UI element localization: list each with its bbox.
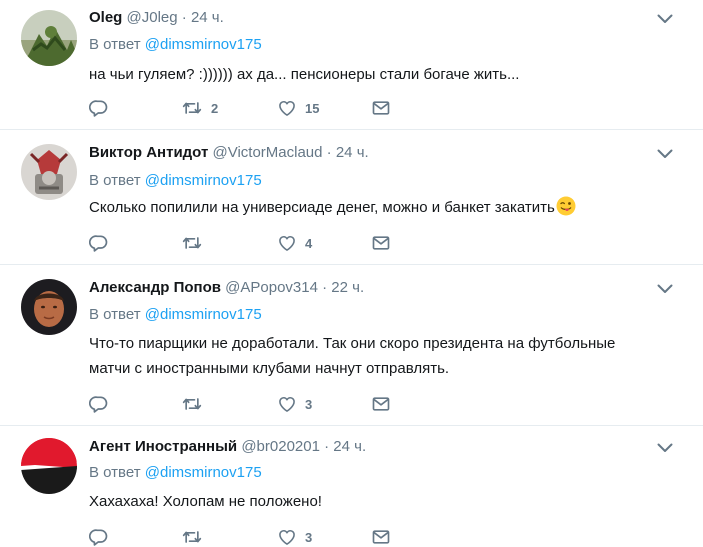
tweet-actions: 2 15: [89, 98, 409, 118]
tweet-actions: 4: [89, 233, 409, 253]
reply-prefix: В ответ: [89, 306, 141, 323]
author-handle[interactable]: @APopov314: [225, 279, 318, 296]
envelope-icon: [371, 233, 391, 253]
author-name[interactable]: Агент Иностранный: [89, 438, 237, 455]
tweet-text: на чьи гуляем? :)))))) ах да... пенсионе…: [89, 66, 520, 83]
reply-context: В ответ @dimsmirnov175: [89, 305, 262, 325]
chevron-down-icon[interactable]: [657, 284, 673, 296]
timestamp[interactable]: 22 ч.: [331, 279, 364, 296]
like-count: 3: [305, 396, 313, 412]
reply-button[interactable]: [89, 527, 109, 547]
timestamp[interactable]: 24 ч.: [191, 9, 224, 26]
reply-prefix: В ответ: [89, 464, 141, 481]
retweet-icon: [181, 527, 203, 547]
reply-icon: [89, 98, 109, 118]
like-button[interactable]: 3: [277, 394, 312, 414]
like-count: 3: [305, 529, 313, 545]
like-button[interactable]: 4: [277, 233, 312, 253]
like-button[interactable]: 3: [277, 527, 312, 547]
retweet-button[interactable]: [181, 394, 203, 414]
heart-icon: [277, 527, 297, 547]
author-handle[interactable]: @VictorMaclaud: [213, 144, 323, 161]
avatar[interactable]: [21, 438, 77, 494]
reply-context: В ответ @dimsmirnov175: [89, 171, 262, 191]
direct-message-button[interactable]: [371, 233, 391, 253]
heart-icon: [277, 394, 297, 414]
tweet[interactable]: Oleg @J0leg · 24 ч. В ответ @dimsmirnov1…: [0, 0, 703, 130]
envelope-icon: [371, 527, 391, 547]
avatar[interactable]: [21, 10, 77, 66]
direct-message-button[interactable]: [371, 527, 391, 547]
separator-dot: ·: [324, 438, 330, 455]
chevron-down-icon[interactable]: [657, 14, 673, 26]
reply-mention-link[interactable]: @dimsmirnov175: [145, 464, 262, 481]
direct-message-button[interactable]: [371, 394, 391, 414]
timestamp[interactable]: 24 ч.: [336, 144, 369, 161]
author-name[interactable]: Oleg: [89, 9, 122, 26]
heart-icon: [277, 233, 297, 253]
author-name[interactable]: Александр Попов: [89, 279, 221, 296]
avatar[interactable]: [21, 279, 77, 335]
reply-button[interactable]: [89, 394, 109, 414]
tweet-text-line: Что-то пиарщики не доработали. Так они с…: [89, 335, 616, 352]
retweet-count: 2: [211, 100, 219, 116]
separator-dot: ·: [326, 144, 332, 161]
reply-button[interactable]: [89, 233, 109, 253]
tweet-text-line: матчи с иностранными клубами начнут отпр…: [89, 360, 450, 377]
reply-prefix: В ответ: [89, 172, 141, 189]
tweet-header: Агент Иностранный @br020201 · 24 ч.: [89, 437, 366, 457]
author-name[interactable]: Виктор Антидот: [89, 144, 208, 161]
retweet-icon: [181, 98, 203, 118]
author-handle[interactable]: @J0leg: [127, 9, 178, 26]
reply-icon: [89, 233, 109, 253]
tweet-header: Oleg @J0leg · 24 ч.: [89, 8, 224, 28]
tweet-text: Хахахаха! Холопам не положено!: [89, 493, 322, 510]
reply-icon: [89, 527, 109, 547]
retweet-button[interactable]: [181, 527, 203, 547]
tweet-text: Что-то пиарщики не доработали. Так они с…: [89, 331, 679, 381]
tweet[interactable]: Александр Попов @APopov314 · 22 ч. В отв…: [0, 265, 703, 426]
tweet-actions: 3: [89, 527, 409, 547]
like-button[interactable]: 15: [277, 98, 319, 118]
reply-mention-link[interactable]: @dimsmirnov175: [145, 306, 262, 323]
retweet-icon: [181, 233, 203, 253]
envelope-icon: [371, 98, 391, 118]
chevron-down-icon[interactable]: [657, 443, 673, 455]
like-count: 4: [305, 235, 313, 251]
tweet-actions: 3: [89, 394, 409, 414]
author-handle[interactable]: @br020201: [241, 438, 320, 455]
direct-message-button[interactable]: [371, 98, 391, 118]
retweet-icon: [181, 394, 203, 414]
timestamp[interactable]: 24 ч.: [333, 438, 366, 455]
winking-face-with-tongue-emoji: [556, 196, 576, 216]
chevron-down-icon[interactable]: [657, 149, 673, 161]
retweet-button[interactable]: [181, 233, 203, 253]
separator-dot: ·: [181, 9, 187, 26]
retweet-button[interactable]: 2: [181, 98, 218, 118]
tweet[interactable]: Агент Иностранный @br020201 · 24 ч. В от…: [0, 426, 703, 547]
tweet-header: Александр Попов @APopov314 · 22 ч.: [89, 278, 364, 298]
reply-icon: [89, 394, 109, 414]
reply-button[interactable]: [89, 98, 109, 118]
reply-prefix: В ответ: [89, 36, 141, 53]
reply-mention-link[interactable]: @dimsmirnov175: [145, 172, 262, 189]
like-count: 15: [305, 100, 320, 116]
tweet-header: Виктор Антидот @VictorMaclaud · 24 ч.: [89, 143, 369, 163]
reply-context: В ответ @dimsmirnov175: [89, 463, 262, 483]
separator-dot: ·: [322, 279, 328, 296]
tweet-text: Сколько попилили на универсиаде денег, м…: [89, 195, 679, 220]
avatar[interactable]: [21, 144, 77, 200]
envelope-icon: [371, 394, 391, 414]
reply-mention-link[interactable]: @dimsmirnov175: [145, 36, 262, 53]
tweet-text-content: Сколько попилили на универсиаде денег, м…: [89, 199, 555, 216]
tweet[interactable]: Виктор Антидот @VictorMaclaud · 24 ч. В …: [0, 130, 703, 265]
heart-icon: [277, 98, 297, 118]
reply-context: В ответ @dimsmirnov175: [89, 35, 262, 55]
